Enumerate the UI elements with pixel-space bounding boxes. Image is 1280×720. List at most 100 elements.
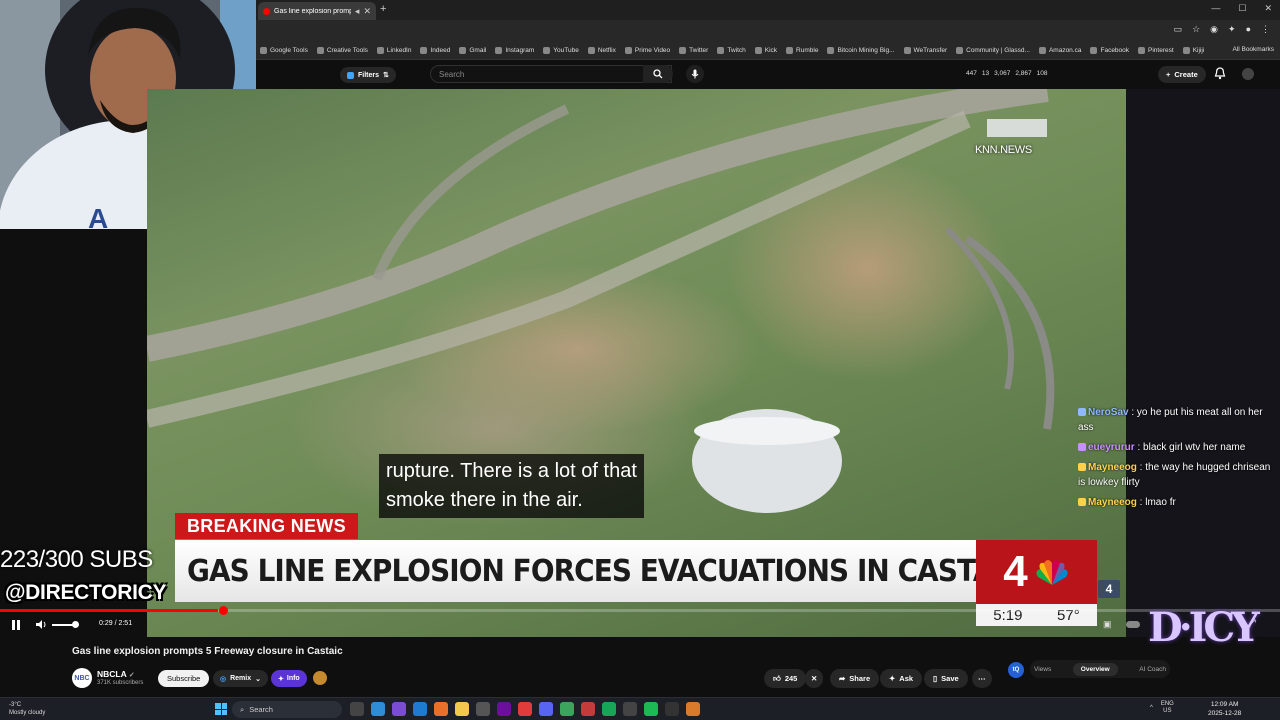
bookmark-item[interactable]: Gmail: [459, 47, 486, 54]
tray-chevron-icon[interactable]: ^: [1150, 705, 1153, 711]
dislike-button[interactable]: ✕: [805, 669, 824, 688]
video-progress-bar[interactable]: [0, 609, 1280, 612]
weather-widget[interactable]: -3°C Mostly cloudy: [9, 701, 45, 717]
app-icon-black[interactable]: [665, 702, 679, 716]
bookmark-item[interactable]: Creative Tools: [316, 47, 368, 54]
tab-views[interactable]: Views: [1034, 666, 1051, 673]
close-window-icon[interactable]: ✕: [1264, 3, 1272, 14]
tab-overview[interactable]: Overview: [1072, 662, 1118, 676]
search-input[interactable]: Search: [430, 65, 672, 83]
more-actions-button[interactable]: ⋯: [972, 669, 992, 688]
share-button[interactable]: ➦ Share: [830, 669, 880, 688]
browser-tab-active[interactable]: Gas line explosion prompt ◂ ✕: [258, 2, 376, 20]
file-explorer-icon[interactable]: [455, 702, 469, 716]
bookmark-item[interactable]: Rumble: [786, 47, 818, 54]
autoplay-toggle[interactable]: [1126, 621, 1140, 628]
puzzle-icon[interactable]: ✦: [1228, 24, 1236, 35]
info-button[interactable]: ✦ Info: [271, 670, 307, 687]
stream-chat-overlay: NeroSav : yo he put his meat all on her …: [1078, 405, 1278, 515]
bookmark-item[interactable]: Twitch: [717, 47, 746, 54]
app-icon-red[interactable]: [518, 702, 532, 716]
minimize-icon[interactable]: —: [1211, 3, 1220, 14]
channel-avatar[interactable]: NBC: [72, 668, 92, 688]
app-icon-orange[interactable]: [686, 702, 700, 716]
spotify-icon[interactable]: [644, 702, 658, 716]
taskbar-apps: [350, 702, 700, 716]
app-icon-gray[interactable]: [476, 702, 490, 716]
search-button[interactable]: [643, 65, 673, 83]
taskbar-clock[interactable]: 12:09 AM 2025-12-28: [1208, 700, 1241, 718]
bookmark-item[interactable]: Kick: [754, 47, 777, 54]
ask-button[interactable]: ✦ Ask: [880, 669, 923, 688]
system-tray: ^ ENG US: [1150, 701, 1174, 715]
bookmark-item[interactable]: Prime Video: [624, 47, 670, 54]
voice-search-button[interactable]: [686, 65, 704, 83]
bookmark-item[interactable]: Indeed: [420, 47, 450, 54]
subscribe-button[interactable]: Subscribe: [158, 670, 210, 687]
app-icon-purple[interactable]: [392, 702, 406, 716]
new-tab-icon[interactable]: +: [380, 3, 386, 15]
menu-icon[interactable]: ⋮: [1261, 24, 1270, 35]
stat-3: 3,067: [994, 70, 1011, 77]
settings-badge-icon[interactable]: ▣: [1103, 619, 1112, 630]
bookmark-item[interactable]: WeTransfer: [903, 47, 947, 54]
bookmark-item[interactable]: Instagram: [495, 47, 534, 54]
bookmark-favicon-icon: [903, 47, 911, 54]
bookmark-item[interactable]: Facebook: [1090, 47, 1129, 54]
account-avatar[interactable]: [1242, 68, 1254, 80]
tab-close-icon[interactable]: ✕: [363, 6, 371, 17]
chat-separator: :: [1134, 442, 1144, 453]
windows-start-icon[interactable]: [215, 703, 227, 715]
tab-ai-coach[interactable]: AI Coach: [1139, 666, 1166, 673]
scrubber-handle[interactable]: [219, 606, 228, 615]
filters-button[interactable]: Filters ⇅: [340, 67, 396, 83]
remix-button[interactable]: ◎ Remix ⌄: [213, 670, 268, 687]
channel-name[interactable]: NBCLA ✓: [97, 669, 135, 679]
cast-icon[interactable]: ▭: [1174, 24, 1183, 35]
bookmark-item[interactable]: Netflix: [587, 47, 616, 54]
bookmark-item[interactable]: YouTube: [543, 47, 579, 54]
star-icon[interactable]: ☆: [1192, 24, 1200, 35]
volume-icon[interactable]: [36, 619, 47, 630]
address-bar[interactable]: ▭ ☆ ◉ ✦ ● ⋮: [256, 20, 1280, 42]
extension-icon[interactable]: ◉: [1210, 24, 1218, 35]
app-icon-dark[interactable]: [623, 702, 637, 716]
notifications-bell-icon[interactable]: [1214, 67, 1226, 80]
like-button[interactable]: 👍︎ 245: [764, 669, 807, 688]
money-bag-icon[interactable]: [313, 671, 327, 685]
profile-icon[interactable]: ●: [1246, 24, 1251, 35]
bookmark-item[interactable]: Twitter: [679, 47, 708, 54]
language-indicator[interactable]: ENG US: [1161, 701, 1174, 715]
app-icon-violet[interactable]: [497, 702, 511, 716]
taskbar-search[interactable]: ⌕ Search: [232, 701, 342, 718]
opera-icon[interactable]: [581, 702, 595, 716]
chrome-icon[interactable]: [560, 702, 574, 716]
thumbs-down-icon: ✕: [811, 674, 818, 683]
edge-icon[interactable]: [413, 702, 427, 716]
discord-icon[interactable]: [539, 702, 553, 716]
channel-number: 4: [1003, 547, 1028, 596]
all-bookmarks-button[interactable]: All Bookmarks: [1232, 46, 1274, 53]
video-player[interactable]: KNN.NEWS rupture. There is a lot of that…: [147, 89, 1126, 637]
browser-tab-bar: Gas line explosion prompt ◂ ✕ + — ☐ ✕: [256, 0, 1280, 20]
volume-knob[interactable]: [72, 621, 79, 628]
firefox-icon[interactable]: [434, 702, 448, 716]
create-button[interactable]: + Create: [1158, 66, 1206, 83]
speaker-icon[interactable]: ◂: [355, 6, 360, 17]
save-button[interactable]: ▯ Save: [924, 669, 968, 688]
task-view-icon[interactable]: [350, 702, 364, 716]
bookmark-favicon-icon: [956, 47, 964, 54]
bookmark-item[interactable]: Amazon.ca: [1038, 47, 1081, 54]
bookmark-item[interactable]: Google Tools: [260, 47, 308, 54]
bookmark-item[interactable]: Bitcoin Mining Big...: [827, 47, 895, 54]
ask-label: Ask: [899, 674, 914, 683]
maximize-icon[interactable]: ☐: [1238, 3, 1246, 14]
app-icon-green[interactable]: [602, 702, 616, 716]
pause-icon[interactable]: [12, 620, 20, 630]
bookmark-item[interactable]: Kijiji: [1182, 47, 1204, 54]
info-label: Info: [286, 675, 300, 682]
bookmark-item[interactable]: LinkedIn: [376, 47, 411, 54]
bookmark-item[interactable]: Community | Glassd...: [956, 47, 1030, 54]
widgets-icon[interactable]: [371, 702, 385, 716]
bookmark-item[interactable]: Pinterest: [1138, 47, 1174, 54]
